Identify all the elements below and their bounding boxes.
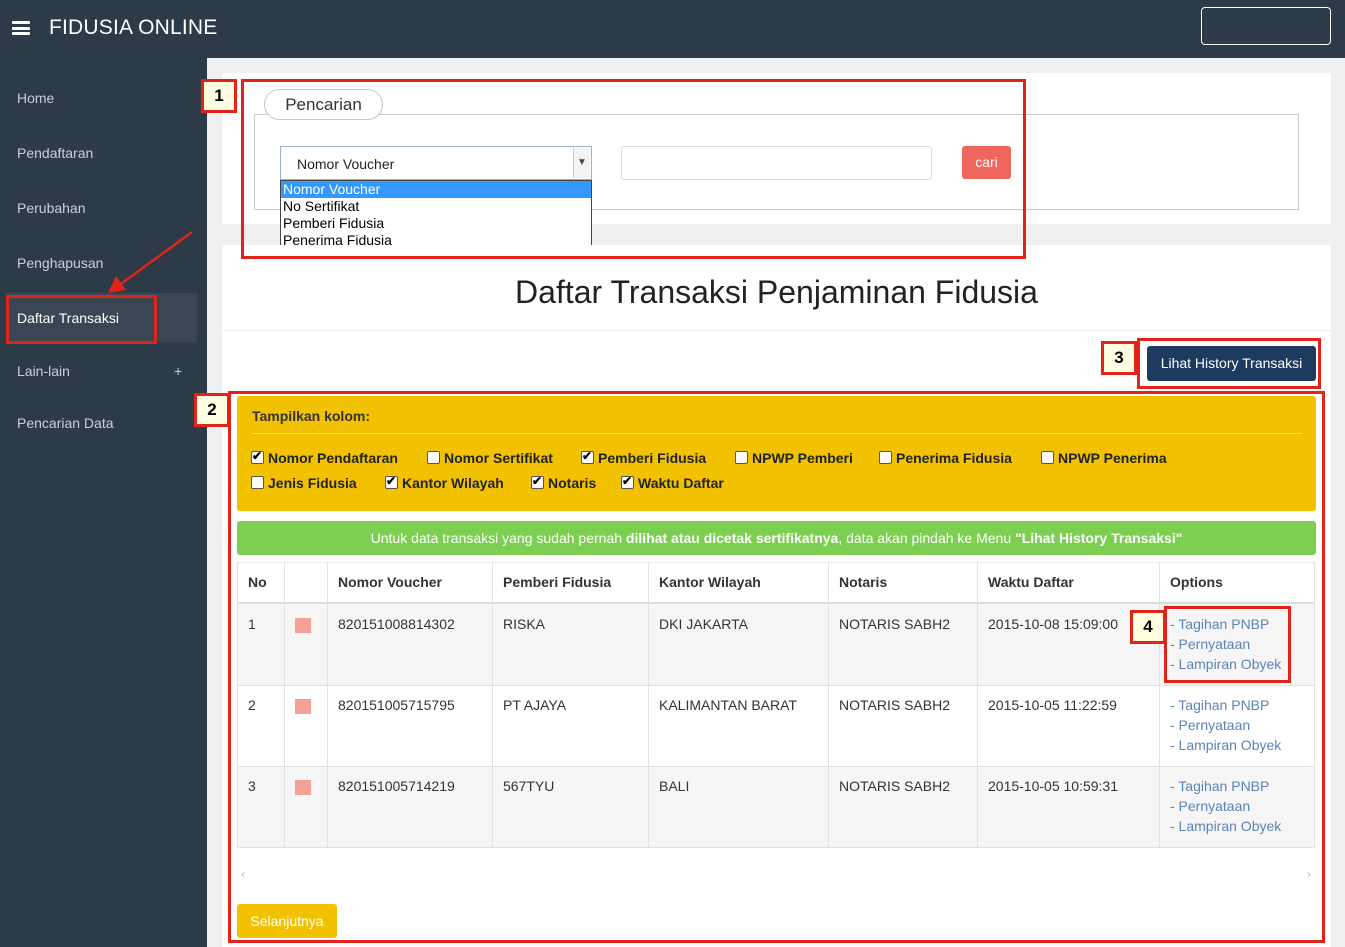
annotation-arrow-icon <box>108 230 193 293</box>
